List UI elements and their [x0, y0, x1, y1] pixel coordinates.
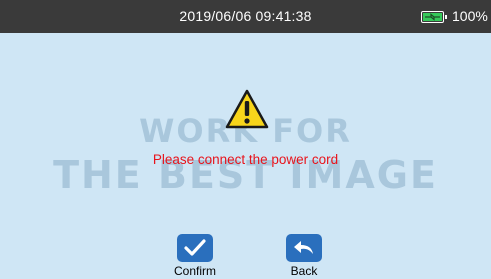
checkmark-icon	[184, 239, 206, 256]
main-panel: WORK FOR THE BEST IMAGE Please connect t…	[0, 33, 491, 279]
datetime-display: 2019/06/06 09:41:38	[179, 8, 312, 24]
back-arrow-icon	[294, 241, 313, 254]
back-action[interactable]: Back	[274, 234, 334, 278]
confirm-button[interactable]	[177, 234, 213, 262]
back-label[interactable]: Back	[274, 264, 334, 278]
confirm-action[interactable]: Confirm	[165, 234, 225, 278]
back-button[interactable]	[286, 234, 322, 262]
warning-triangle-icon	[225, 89, 269, 129]
battery-percentage: 100%	[452, 8, 488, 24]
battery-fill	[423, 13, 442, 21]
power-cord-message: Please connect the power cord	[152, 152, 339, 167]
status-bar: 2019/06/06 09:41:38 100%	[0, 0, 491, 33]
confirm-label[interactable]: Confirm	[165, 264, 225, 278]
battery-icon	[421, 11, 447, 23]
